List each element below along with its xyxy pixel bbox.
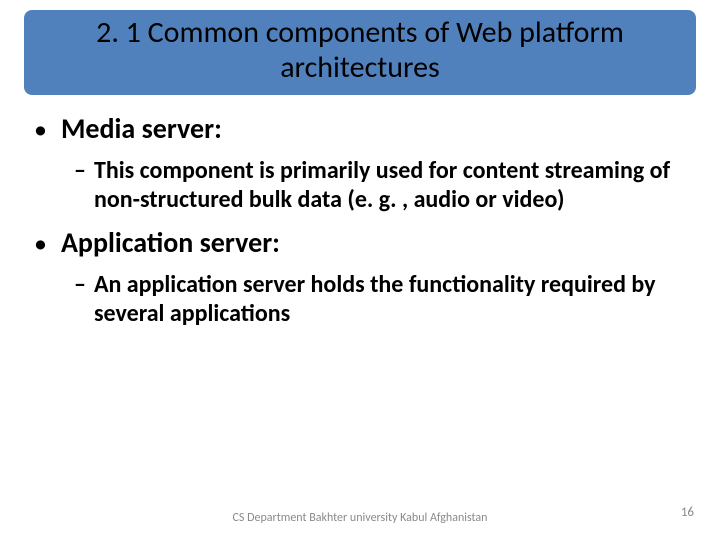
dash-icon: – [74, 271, 86, 300]
sub-list-item: – An application server holds the functi… [28, 270, 692, 329]
list-item-row: • Media server: [28, 111, 692, 146]
slide: 2. 1 Common components of Web platform a… [0, 0, 720, 540]
slide-title: 2. 1 Common components of Web platform a… [36, 16, 684, 85]
list-item-label: Media server: [61, 111, 222, 146]
sub-list-text: This component is primarily used for con… [94, 156, 692, 215]
footer: CS Department Bakhter university Kabul A… [0, 512, 720, 526]
footer-text: CS Department Bakhter university Kabul A… [220, 512, 500, 526]
bullet-list: • Media server: – This component is prim… [28, 111, 692, 328]
list-item-row: • Application server: [28, 225, 692, 260]
list-item-label: Application server: [61, 225, 280, 260]
content-area: • Media server: – This component is prim… [20, 95, 700, 328]
sub-list-text: An application server holds the function… [94, 270, 692, 329]
bullet-icon: • [34, 116, 47, 142]
list-item: • Application server: – An application s… [28, 225, 692, 329]
sub-list-item: – This component is primarily used for c… [28, 156, 692, 215]
dash-icon: – [74, 157, 86, 186]
bullet-icon: • [34, 230, 47, 256]
sub-list: – This component is primarily used for c… [28, 156, 692, 215]
page-number: 16 [681, 505, 694, 520]
list-item: • Media server: – This component is prim… [28, 111, 692, 215]
title-box: 2. 1 Common components of Web platform a… [24, 10, 696, 95]
sub-list: – An application server holds the functi… [28, 270, 692, 329]
